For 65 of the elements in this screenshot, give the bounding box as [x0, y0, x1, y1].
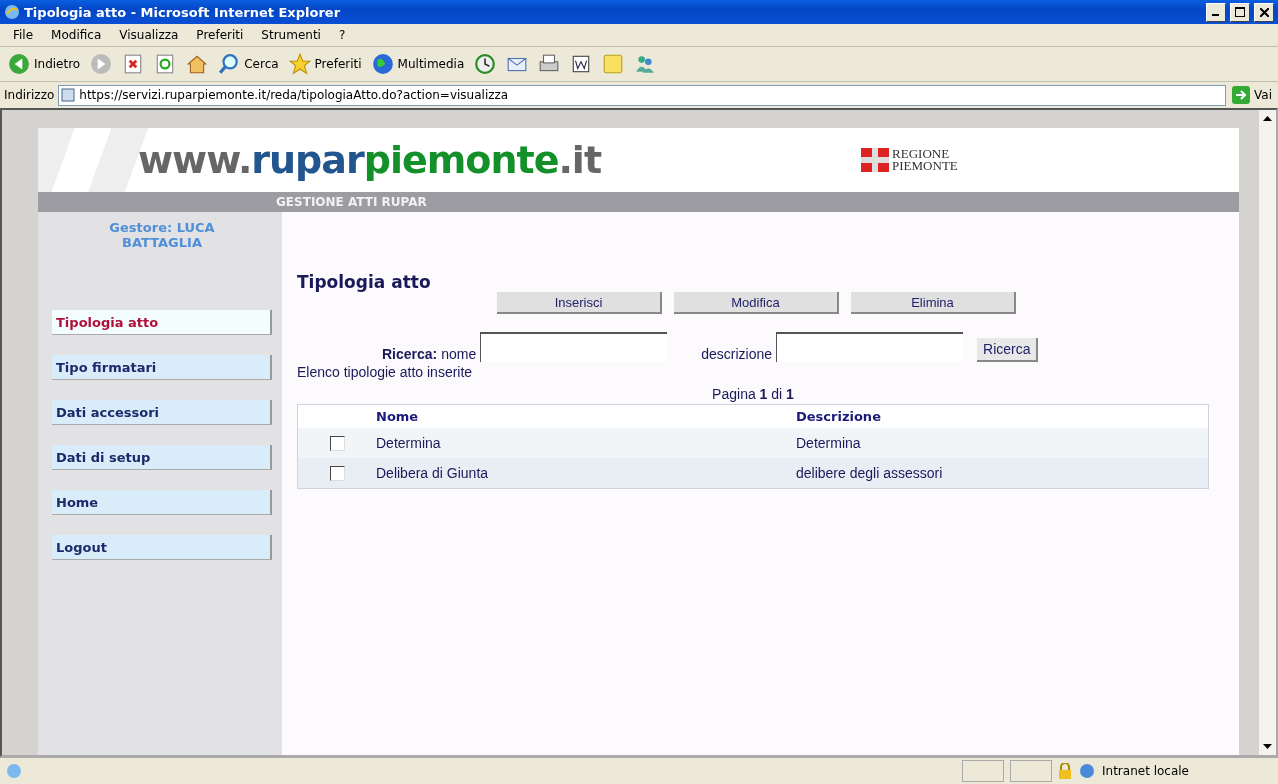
star-icon — [288, 53, 311, 75]
close-icon — [1259, 7, 1269, 17]
name-field[interactable] — [480, 332, 668, 362]
menu-item[interactable]: File — [4, 28, 43, 42]
action-button[interactable]: Elimina — [851, 292, 1016, 314]
nav-item[interactable]: Dati accessori — [52, 400, 272, 425]
minimize-button[interactable] — [1206, 2, 1226, 22]
table-cell: Determina — [796, 428, 1208, 458]
url-text: https://servizi.ruparpiemonte.it/reda/tipologiaAtto.do?action=visualizza — [79, 88, 509, 102]
row-checkbox[interactable] — [329, 435, 345, 451]
back-icon — [8, 53, 30, 75]
toolbar-button[interactable]: Preferiti — [286, 53, 364, 75]
lock-icon — [1058, 763, 1072, 779]
site-logo: www.ruparpiemonte.it — [138, 138, 602, 182]
go-button[interactable]: Vai — [1230, 86, 1274, 104]
column-header: Descrizione — [796, 408, 882, 426]
zone-text: Intranet locale — [1102, 764, 1190, 778]
action-button[interactable]: Modifica — [674, 292, 839, 314]
user-name: Gestore: LUCA BATTAGLIA — [108, 220, 216, 250]
nav-item[interactable]: Logout — [52, 535, 272, 560]
action-button[interactable]: Inserisci — [497, 292, 662, 314]
globe-icon — [371, 53, 394, 75]
history-icon — [474, 53, 497, 75]
maximize-icon — [1235, 7, 1245, 17]
forward-icon — [90, 53, 113, 75]
menu-item[interactable]: Modifica — [42, 28, 111, 42]
nav-item[interactable]: Home — [52, 490, 272, 515]
column-header: Nome — [376, 408, 420, 426]
menu-item[interactable]: ? — [329, 28, 355, 42]
search-icon — [218, 53, 241, 75]
toolbar-button[interactable]: Multimedia — [369, 53, 467, 75]
toolbar-button[interactable]: Indietro — [6, 53, 83, 75]
table-cell: Determina — [376, 428, 796, 458]
browser-icon — [4, 4, 20, 20]
page-title: Tipologia atto — [297, 272, 432, 292]
table-cell: Delibera di Giunta — [376, 458, 796, 488]
description-field[interactable] — [776, 332, 963, 362]
section-title: GESTIONE ATTI RUPAR — [276, 195, 427, 209]
address-label: Indirizzo — [4, 88, 55, 102]
table-cell: delibere degli assessori — [796, 458, 1208, 488]
field-label: descrizione — [701, 346, 772, 362]
scrollbar[interactable] — [1259, 110, 1276, 755]
list-caption: Elenco tipologie atto inserite — [297, 364, 474, 380]
search-button[interactable]: Ricerca — [977, 338, 1039, 362]
maximize-button[interactable] — [1230, 2, 1250, 22]
nav-item[interactable]: Dati di setup — [52, 445, 272, 470]
pagination: Pagina 1 di 1 — [711, 386, 795, 402]
nav-item[interactable]: Tipo firmatari — [52, 355, 272, 380]
menu-item[interactable]: Visualizza — [110, 28, 188, 42]
region-name: REGIONE PIEMONTE — [892, 148, 958, 172]
window-title: Tipologia atto - Microsoft Internet Explorer — [24, 4, 342, 20]
menu-item[interactable]: Strumenti — [252, 28, 330, 42]
nav-item[interactable]: Tipologia atto — [52, 310, 272, 335]
status-pane — [1010, 760, 1052, 782]
address-field[interactable]: https://servizi.ruparpiemonte.it/reda/tipologiaAtto.do?action=visualizza — [58, 84, 1227, 106]
toolbar-button[interactable]: Cerca — [216, 53, 281, 75]
status-pane — [962, 760, 1004, 782]
note-icon — [602, 53, 625, 75]
menu-item[interactable]: Preferiti — [187, 28, 253, 42]
home-icon — [186, 53, 209, 75]
row-checkbox[interactable] — [329, 465, 345, 481]
people-icon — [634, 53, 657, 75]
search-label: Ricerca: nome — [382, 346, 477, 362]
flag-icon — [861, 148, 890, 172]
close-button[interactable] — [1254, 2, 1274, 22]
